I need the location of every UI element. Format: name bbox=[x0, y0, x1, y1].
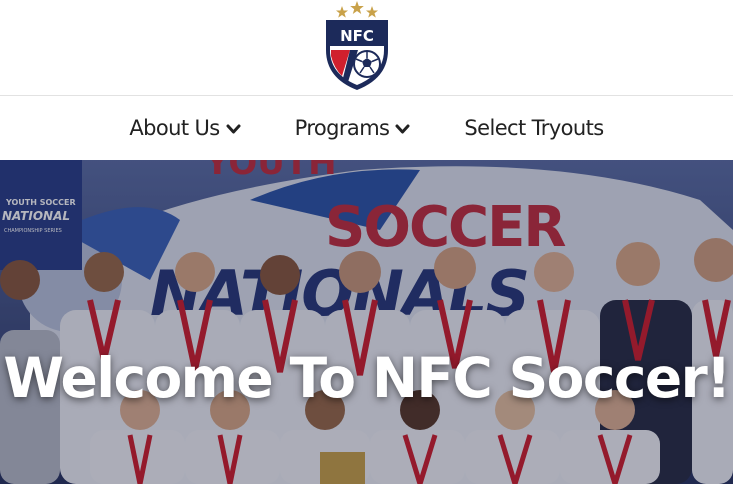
nav-item-about-us[interactable]: About Us bbox=[129, 115, 241, 140]
main-nav: About Us Programs Select Tryouts bbox=[0, 96, 733, 159]
chevron-down-icon bbox=[226, 124, 241, 134]
star-icon bbox=[366, 6, 378, 18]
nav-item-label: Select Tryouts bbox=[464, 115, 604, 140]
nav-item-select-tryouts[interactable]: Select Tryouts bbox=[464, 115, 604, 140]
logo-text: NFC bbox=[340, 27, 374, 45]
hero-banner: YOUTH SOCCER NATIONALS YOUTH SOCCER NATI… bbox=[0, 160, 733, 484]
site-header: NFC bbox=[0, 0, 733, 96]
nav-item-label: Programs bbox=[294, 115, 390, 140]
hero-overlay bbox=[0, 160, 733, 484]
nav-item-programs[interactable]: Programs bbox=[295, 116, 411, 140]
chevron-down-icon bbox=[395, 124, 410, 134]
star-icon bbox=[350, 1, 364, 14]
star-icon bbox=[336, 6, 348, 18]
nav-item-label: About Us bbox=[129, 115, 220, 140]
hero-title: Welcome To NFC Soccer! bbox=[3, 346, 731, 410]
nfc-logo[interactable]: NFC bbox=[322, 0, 392, 92]
